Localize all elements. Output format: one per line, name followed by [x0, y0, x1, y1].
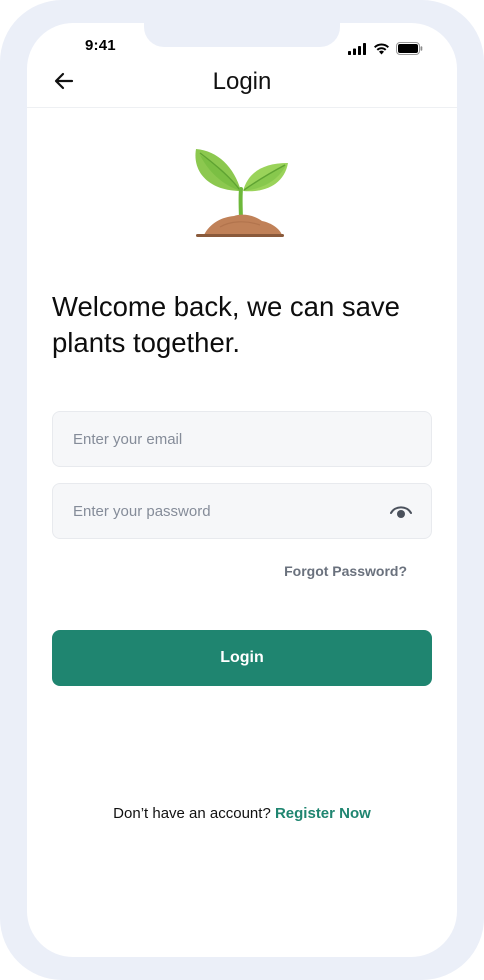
battery-icon — [396, 42, 423, 55]
device-notch — [144, 23, 340, 47]
status-icons — [348, 42, 423, 55]
eye-icon[interactable] — [389, 501, 413, 523]
phone-screen: 9:41 Login Welcome back, we can save pla… — [27, 23, 457, 957]
password-field-container — [52, 483, 432, 539]
app-header: Login — [27, 63, 457, 108]
email-field-container — [52, 411, 432, 467]
wifi-icon — [374, 42, 389, 54]
register-prompt: Don’t have an account? Register Now — [27, 805, 457, 822]
seedling-icon — [195, 149, 288, 237]
email-input[interactable] — [53, 412, 431, 466]
register-prompt-text: Don’t have an account? — [113, 805, 271, 822]
register-now-link[interactable]: Register Now — [275, 805, 371, 822]
status-time: 9:41 — [85, 37, 116, 54]
phone-frame: 9:41 Login Welcome back, we can save pla… — [0, 0, 484, 980]
welcome-heading: Welcome back, we can save plants togethe… — [52, 291, 400, 358]
forgot-password-link[interactable]: Forgot Password? — [284, 563, 407, 579]
login-button[interactable]: Login — [52, 630, 432, 686]
cellular-signal-icon — [348, 42, 366, 55]
password-input[interactable] — [53, 484, 431, 538]
page-title: Login — [212, 68, 272, 95]
